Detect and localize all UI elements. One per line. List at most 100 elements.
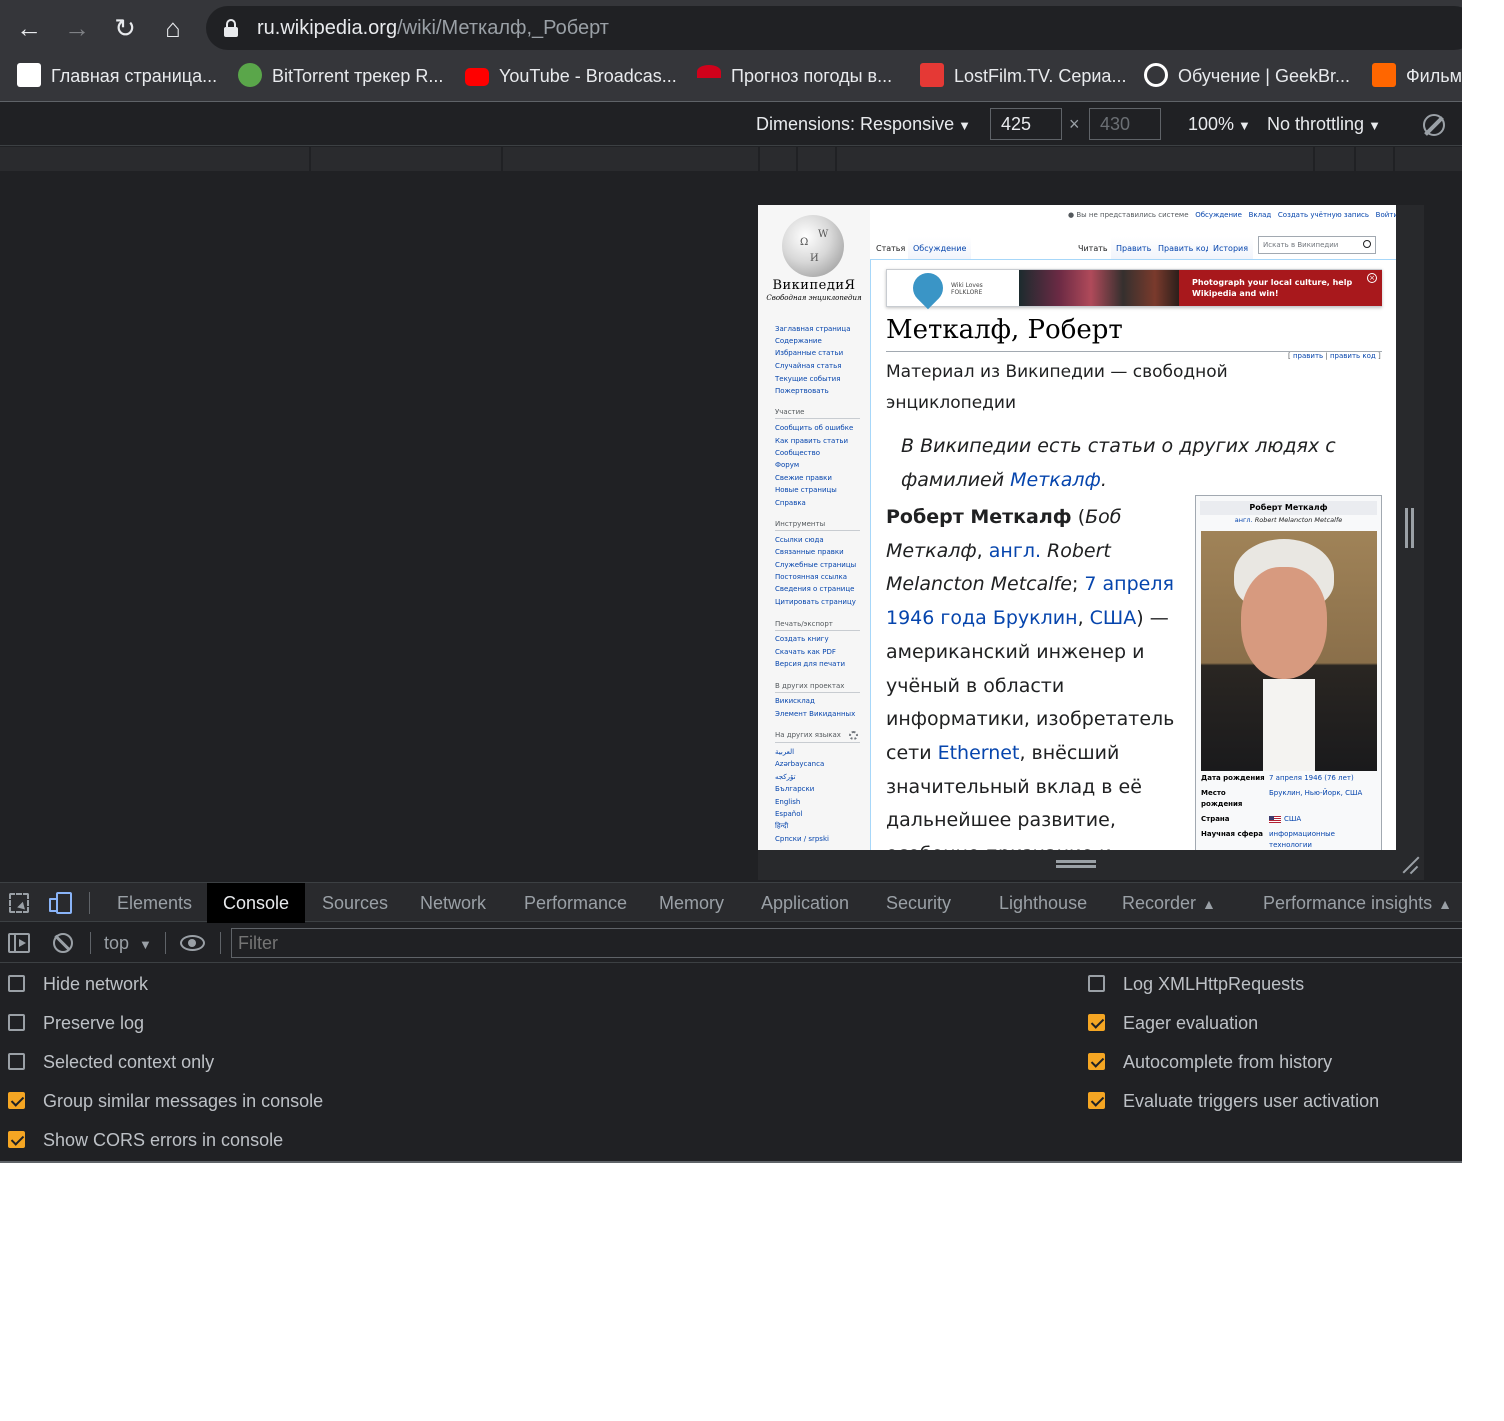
sidebar-lang-link[interactable]: Български (775, 785, 814, 793)
banner-text[interactable]: Photograph your local culture, help Wiki… (1179, 270, 1382, 306)
tab-console[interactable]: Console (207, 883, 306, 923)
bookmark-item[interactable]: Прогноз погоды в... (697, 56, 892, 100)
forward-icon[interactable]: → (59, 10, 95, 46)
bookmark-item[interactable]: BitTorrent трекер R... (238, 56, 443, 100)
viewport-height-input[interactable] (1089, 108, 1161, 140)
device-toggle-icon[interactable] (49, 892, 73, 914)
infobox-value-link[interactable]: США (1269, 814, 1301, 825)
create-account-link[interactable]: Создать учётную запись (1278, 211, 1369, 219)
tab-memory[interactable]: Memory (659, 883, 724, 923)
tab-read[interactable]: Читать (1073, 237, 1113, 259)
bookmark-item[interactable]: Главная страница... (17, 56, 217, 100)
wiki-logo-name[interactable]: ВикипедиЯ (758, 278, 870, 293)
sidebar-lang-link[interactable]: تۆرکجه (775, 773, 796, 781)
personal-contrib-link[interactable]: Вклад (1249, 211, 1272, 219)
checkbox-checked[interactable] (8, 1092, 25, 1109)
ethernet-link[interactable]: Ethernet (938, 742, 1020, 764)
hatnote-link[interactable]: Меткалф (1010, 469, 1101, 491)
sidebar-lang-link[interactable]: Azərbaycanca (775, 760, 824, 768)
tab-edit[interactable]: Править (1111, 237, 1157, 259)
checkbox-checked[interactable] (1088, 1014, 1105, 1031)
sidebar-link[interactable]: Сообщество (775, 449, 820, 457)
banner-close-icon[interactable]: × (1367, 273, 1377, 283)
viewport-width-input[interactable] (990, 108, 1062, 140)
tab-application[interactable]: Application (761, 883, 849, 923)
show-sidebar-icon[interactable] (8, 933, 30, 953)
bookmark-item[interactable]: YouTube - Broadcas... (465, 56, 677, 100)
login-link[interactable]: Войти (1376, 211, 1396, 219)
language-settings-gear-icon[interactable] (849, 731, 858, 740)
sidebar-link[interactable]: Избранные статьи (775, 349, 843, 357)
sidebar-link[interactable]: Цитировать страницу (775, 598, 856, 606)
live-expression-eye-icon[interactable] (180, 935, 205, 951)
sidebar-lang-link[interactable]: Српски / srpski (775, 835, 829, 843)
country-link[interactable]: США (1090, 607, 1137, 629)
sidebar-link[interactable]: Сообщить об ошибке (775, 424, 853, 432)
sidebar-link[interactable]: Пожертвовать (775, 387, 829, 395)
tab-discussion[interactable]: Обсуждение (908, 237, 972, 259)
wiki-search-input[interactable]: Искать в Википедии (1258, 236, 1376, 254)
inspect-element-icon[interactable] (9, 893, 29, 913)
bookmark-item[interactable]: Фильм (1372, 56, 1462, 100)
tab-edit-source[interactable]: Править код (1153, 237, 1217, 259)
sidebar-link[interactable]: Текущие события (775, 375, 840, 383)
resize-corner-icon[interactable] (1400, 855, 1420, 875)
sidebar-link[interactable]: Новые страницы (775, 486, 837, 494)
tab-recorder[interactable]: Recorder ▲ (1122, 883, 1216, 923)
tab-history[interactable]: История (1208, 237, 1254, 259)
sidebar-link[interactable]: Служебные страницы (775, 561, 856, 569)
dimensions-dropdown[interactable]: Dimensions: Responsive ▼ (756, 103, 971, 147)
portrait-photo[interactable] (1201, 531, 1377, 771)
checkbox-checked[interactable] (1088, 1053, 1105, 1070)
bookmark-item[interactable]: Обучение | GeekBr... (1144, 56, 1350, 100)
search-icon[interactable] (1363, 240, 1371, 248)
sidebar-lang-link[interactable]: Español (775, 810, 802, 818)
rotate-icon[interactable] (1423, 114, 1445, 136)
sidebar-link[interactable]: Справка (775, 499, 806, 507)
infobox-value-link[interactable]: Бруклин, Нью-Йорк, США (1269, 788, 1362, 799)
sidebar-link[interactable]: Версия для печати (775, 660, 845, 668)
home-icon[interactable]: ⌂ (155, 10, 191, 46)
media-query-bar[interactable] (0, 147, 1462, 171)
sidebar-link[interactable]: Ссылки сюда (775, 536, 824, 544)
personal-talk-link[interactable]: Обсуждение (1195, 211, 1242, 219)
tab-performance-insights[interactable]: Performance insights ▲ (1263, 883, 1452, 923)
sidebar-lang-link[interactable]: English (775, 798, 800, 806)
tab-network[interactable]: Network (420, 883, 486, 923)
edit-code-link[interactable]: править код (1330, 352, 1376, 360)
central-notice-banner[interactable]: Wiki Loves FOLKLORE Photograph your local… (886, 266, 1382, 310)
sidebar-link[interactable]: Викисклад (775, 697, 815, 705)
lock-icon[interactable] (224, 19, 238, 37)
checkbox-checked[interactable] (1088, 1092, 1105, 1109)
sidebar-link[interactable]: Заглавная страница (775, 325, 851, 333)
sidebar-link[interactable]: Содержание (775, 337, 822, 345)
infobox-lang-link[interactable]: англ. (1235, 516, 1253, 524)
back-icon[interactable]: ← (11, 10, 47, 46)
checkbox[interactable] (8, 1014, 25, 1031)
sidebar-link[interactable]: Создать книгу (775, 635, 829, 643)
tab-sources[interactable]: Sources (322, 883, 388, 923)
birth-place-link[interactable]: Бруклин (993, 607, 1078, 629)
sidebar-link[interactable]: Свежие правки (775, 474, 832, 482)
tab-performance[interactable]: Performance (524, 883, 627, 923)
console-filter-input[interactable] (231, 928, 1462, 958)
url-text[interactable]: ru.wikipedia.org/wiki/Меткалф,_Роберт (257, 6, 609, 50)
infobox-value-link[interactable]: информационные технологии (1269, 829, 1349, 850)
sidebar-link[interactable]: Связанные правки (775, 548, 844, 556)
device-viewport[interactable]: ΩWИ ВикипедиЯ Свободная энциклопедия Заг… (758, 205, 1396, 850)
lang-link[interactable]: англ. (989, 540, 1041, 562)
edit-link[interactable]: править (1293, 352, 1323, 360)
sidebar-link[interactable]: Сведения о странице (775, 585, 854, 593)
sidebar-link[interactable]: Случайная статья (775, 362, 841, 370)
infobox-value-link[interactable]: 7 апреля 1946 (76 лет) (1269, 773, 1354, 784)
address-bar[interactable]: ru.wikipedia.org/wiki/Меткалф,_Роберт (206, 6, 1462, 50)
context-selector[interactable]: top ▼ (104, 923, 152, 965)
sidebar-link[interactable]: Постоянная ссылка (775, 573, 847, 581)
checkbox[interactable] (8, 975, 25, 992)
tab-lighthouse[interactable]: Lighthouse (999, 883, 1087, 923)
sidebar-link[interactable]: Как править статьи (775, 437, 848, 445)
bookmark-item[interactable]: LostFilm.TV. Сериа... (920, 56, 1126, 100)
reload-icon[interactable]: ↻ (107, 10, 143, 46)
checkbox[interactable] (8, 1053, 25, 1070)
sidebar-lang-link[interactable]: हिन्दी (775, 822, 788, 831)
